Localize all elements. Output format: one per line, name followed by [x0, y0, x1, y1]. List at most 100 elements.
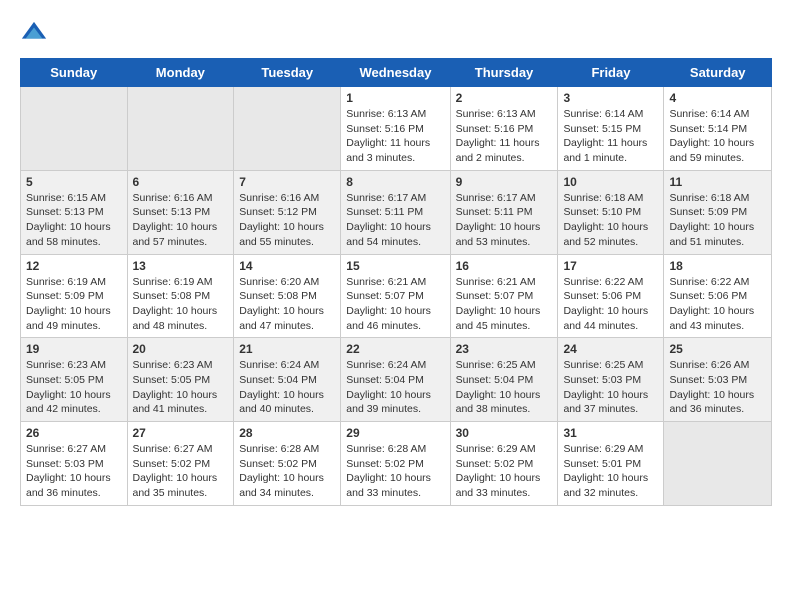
cell-content: Sunrise: 6:27 AM Sunset: 5:02 PM Dayligh… [133, 442, 229, 501]
calendar-cell: 7Sunrise: 6:16 AM Sunset: 5:12 PM Daylig… [234, 170, 341, 254]
day-number: 4 [669, 91, 766, 105]
calendar-cell: 6 Sunrise: 6:16 AM Sunset: 5:13 PM Daylig… [127, 170, 234, 254]
weekday-header-monday: Monday [127, 59, 234, 87]
cell-content: Sunrise: 6:26 AM Sunset: 5:03 PM Dayligh… [669, 358, 766, 417]
cell-content: Sunrise: 6:23 AM Sunset: 5:05 PM Dayligh… [133, 358, 229, 417]
day-number: 1 [346, 91, 444, 105]
cell-content: Sunrise: 6:20 AM Sunset: 5:08 PM Dayligh… [239, 275, 335, 334]
day-number: 30 [456, 426, 553, 440]
cell-content: Sunrise: 6:22 AM Sunset: 5:06 PM Dayligh… [669, 275, 766, 334]
calendar-cell [21, 87, 128, 171]
day-number: 20 [133, 342, 229, 356]
cell-content: Sunrise: 6:19 AM Sunset: 5:09 PM Dayligh… [26, 275, 122, 334]
cell-content: Sunrise: 6:16 AM Sunset: 5:13 PM Dayligh… [133, 191, 229, 250]
calendar-cell [664, 422, 772, 506]
day-number: 13 [133, 259, 229, 273]
calendar-cell: 3 Sunrise: 6:14 AM Sunset: 5:15 PM Daylig… [558, 87, 664, 171]
weekday-header-tuesday: Tuesday [234, 59, 341, 87]
calendar-cell [127, 87, 234, 171]
cell-content: Sunrise: 6:13 AM Sunset: 5:16 PM Dayligh… [456, 107, 553, 166]
calendar-cell: 21 Sunrise: 6:24 AM Sunset: 5:04 PM Dayli… [234, 338, 341, 422]
cell-content: Sunrise: 6:24 AM Sunset: 5:04 PM Dayligh… [346, 358, 444, 417]
logo [20, 20, 52, 48]
calendar-cell: 25 Sunrise: 6:26 AM Sunset: 5:03 PM Dayli… [664, 338, 772, 422]
cell-content: Sunrise: 6:21 AM Sunset: 5:07 PM Dayligh… [456, 275, 553, 334]
calendar-cell: 2 Sunrise: 6:13 AM Sunset: 5:16 PM Daylig… [450, 87, 558, 171]
cell-content: Sunrise: 6:19 AM Sunset: 5:08 PM Dayligh… [133, 275, 229, 334]
cell-content: Sunrise: 6:29 AM Sunset: 5:01 PM Dayligh… [563, 442, 658, 501]
day-number: 3 [563, 91, 658, 105]
cell-content: Sunrise: 6:15 AM Sunset: 5:13 PM Dayligh… [26, 191, 122, 250]
day-number: 18 [669, 259, 766, 273]
calendar-cell: 20 Sunrise: 6:23 AM Sunset: 5:05 PM Dayli… [127, 338, 234, 422]
cell-content: Sunrise: 6:23 AM Sunset: 5:05 PM Dayligh… [26, 358, 122, 417]
day-number: 23 [456, 342, 553, 356]
cell-content: Sunrise: 6:17 AM Sunset: 5:11 PM Dayligh… [456, 191, 553, 250]
calendar-table: SundayMondayTuesdayWednesdayThursdayFrid… [20, 58, 772, 506]
calendar-cell: 23 Sunrise: 6:25 AM Sunset: 5:04 PM Dayli… [450, 338, 558, 422]
day-number: 6 [133, 175, 229, 189]
logo-icon [20, 20, 48, 48]
calendar-cell: 31 Sunrise: 6:29 AM Sunset: 5:01 PM Dayli… [558, 422, 664, 506]
page-header [20, 20, 772, 48]
calendar-week-row: 26 Sunrise: 6:27 AM Sunset: 5:03 PM Dayli… [21, 422, 772, 506]
calendar-cell: 10Sunrise: 6:18 AM Sunset: 5:10 PM Dayli… [558, 170, 664, 254]
cell-content: Sunrise: 6:29 AM Sunset: 5:02 PM Dayligh… [456, 442, 553, 501]
calendar-cell: 29Sunrise: 6:28 AM Sunset: 5:02 PM Dayli… [341, 422, 450, 506]
calendar-cell: 22 Sunrise: 6:24 AM Sunset: 5:04 PM Dayli… [341, 338, 450, 422]
cell-content: Sunrise: 6:27 AM Sunset: 5:03 PM Dayligh… [26, 442, 122, 501]
weekday-header-thursday: Thursday [450, 59, 558, 87]
calendar-week-row: 19 Sunrise: 6:23 AM Sunset: 5:05 PM Dayli… [21, 338, 772, 422]
calendar-cell: 19 Sunrise: 6:23 AM Sunset: 5:05 PM Dayli… [21, 338, 128, 422]
day-number: 19 [26, 342, 122, 356]
calendar-cell: 9 Sunrise: 6:17 AM Sunset: 5:11 PM Daylig… [450, 170, 558, 254]
day-number: 16 [456, 259, 553, 273]
calendar-week-row: 5 Sunrise: 6:15 AM Sunset: 5:13 PM Daylig… [21, 170, 772, 254]
cell-content: Sunrise: 6:16 AM Sunset: 5:12 PM Dayligh… [239, 191, 335, 250]
day-number: 2 [456, 91, 553, 105]
day-number: 5 [26, 175, 122, 189]
day-number: 17 [563, 259, 658, 273]
calendar-cell: 11 Sunrise: 6:18 AM Sunset: 5:09 PM Dayli… [664, 170, 772, 254]
calendar-cell: 8 Sunrise: 6:17 AM Sunset: 5:11 PM Daylig… [341, 170, 450, 254]
day-number: 12 [26, 259, 122, 273]
cell-content: Sunrise: 6:14 AM Sunset: 5:15 PM Dayligh… [563, 107, 658, 166]
day-number: 11 [669, 175, 766, 189]
calendar-week-row: 12 Sunrise: 6:19 AM Sunset: 5:09 PM Dayli… [21, 254, 772, 338]
cell-content: Sunrise: 6:24 AM Sunset: 5:04 PM Dayligh… [239, 358, 335, 417]
cell-content: Sunrise: 6:22 AM Sunset: 5:06 PM Dayligh… [563, 275, 658, 334]
weekday-header-sunday: Sunday [21, 59, 128, 87]
calendar-cell: 28Sunrise: 6:28 AM Sunset: 5:02 PM Dayli… [234, 422, 341, 506]
day-number: 9 [456, 175, 553, 189]
calendar-cell: 30 Sunrise: 6:29 AM Sunset: 5:02 PM Dayli… [450, 422, 558, 506]
cell-content: Sunrise: 6:25 AM Sunset: 5:04 PM Dayligh… [456, 358, 553, 417]
day-number: 29 [346, 426, 444, 440]
day-number: 24 [563, 342, 658, 356]
calendar-cell: 18 Sunrise: 6:22 AM Sunset: 5:06 PM Dayli… [664, 254, 772, 338]
cell-content: Sunrise: 6:18 AM Sunset: 5:09 PM Dayligh… [669, 191, 766, 250]
calendar-cell: 5 Sunrise: 6:15 AM Sunset: 5:13 PM Daylig… [21, 170, 128, 254]
day-number: 26 [26, 426, 122, 440]
day-number: 27 [133, 426, 229, 440]
day-number: 22 [346, 342, 444, 356]
calendar-cell: 24 Sunrise: 6:25 AM Sunset: 5:03 PM Dayli… [558, 338, 664, 422]
weekday-header-wednesday: Wednesday [341, 59, 450, 87]
cell-content: Sunrise: 6:13 AM Sunset: 5:16 PM Dayligh… [346, 107, 444, 166]
day-number: 31 [563, 426, 658, 440]
day-number: 25 [669, 342, 766, 356]
calendar-cell: 4Sunrise: 6:14 AM Sunset: 5:14 PM Daylig… [664, 87, 772, 171]
cell-content: Sunrise: 6:21 AM Sunset: 5:07 PM Dayligh… [346, 275, 444, 334]
cell-content: Sunrise: 6:17 AM Sunset: 5:11 PM Dayligh… [346, 191, 444, 250]
day-number: 8 [346, 175, 444, 189]
weekday-header-row: SundayMondayTuesdayWednesdayThursdayFrid… [21, 59, 772, 87]
calendar-week-row: 1 Sunrise: 6:13 AM Sunset: 5:16 PM Daylig… [21, 87, 772, 171]
day-number: 14 [239, 259, 335, 273]
calendar-cell: 17 Sunrise: 6:22 AM Sunset: 5:06 PM Dayli… [558, 254, 664, 338]
day-number: 10 [563, 175, 658, 189]
calendar-cell: 14 Sunrise: 6:20 AM Sunset: 5:08 PM Dayli… [234, 254, 341, 338]
day-number: 28 [239, 426, 335, 440]
calendar-cell: 26 Sunrise: 6:27 AM Sunset: 5:03 PM Dayli… [21, 422, 128, 506]
calendar-cell: 15Sunrise: 6:21 AM Sunset: 5:07 PM Dayli… [341, 254, 450, 338]
cell-content: Sunrise: 6:25 AM Sunset: 5:03 PM Dayligh… [563, 358, 658, 417]
day-number: 21 [239, 342, 335, 356]
